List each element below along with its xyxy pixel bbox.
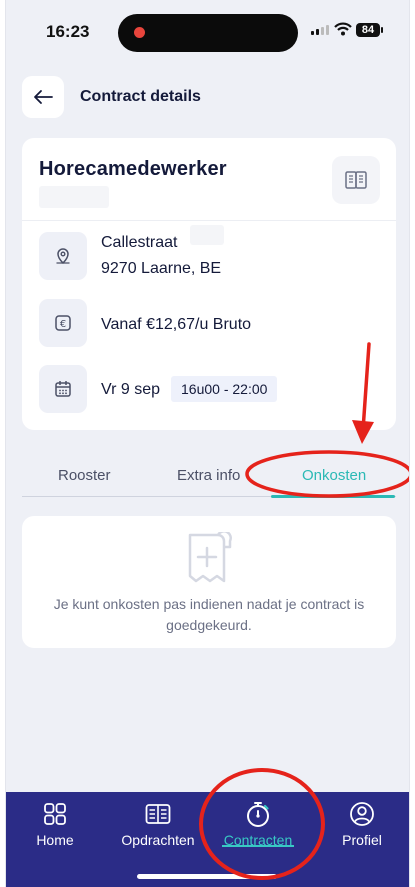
expenses-message: Je kunt onkosten pas indienen nadat je c… [53,596,365,633]
phone-screen: 16:23 84 Contract details Horecamedewerk… [5,0,410,887]
nav-contracten[interactable]: Contracten [213,800,303,848]
dynamic-island [118,14,298,52]
nav-home[interactable]: Home [10,800,100,848]
address-line-1: Callestraat [101,234,178,251]
map-pin-icon [56,248,70,265]
battery-icon: 84 [356,23,380,37]
newspaper-icon [145,804,171,824]
contract-document-button[interactable] [332,156,380,204]
nav-active-indicator [222,845,294,847]
page-title: Contract details [80,88,201,105]
back-button[interactable] [22,76,64,118]
nav-opdrachten-label: Opdrachten [121,832,195,848]
wifi-icon [334,22,352,36]
time-range-badge: 16u00 - 22:00 [171,376,278,402]
stopwatch-icon [247,802,269,827]
wage-text: Vanaf €12,67/u Bruto [101,316,252,333]
contract-card: Horecamedewerker Callestraat 9270 Laarne… [22,138,396,430]
tab-onkosten[interactable]: Onkosten [302,467,366,484]
expenses-info-card: Je kunt onkosten pas indienen nadat je c… [22,516,396,648]
nav-opdrachten[interactable]: Opdrachten [113,800,203,848]
svg-text:€: € [60,319,66,330]
receipt-add-icon [188,532,232,583]
signal-icon [311,25,329,35]
battery-tip [381,27,383,33]
address-line-2: 9270 Laarne, BE [101,260,222,277]
calendar-icon [55,381,71,397]
nav-profiel-label: Profiel [342,832,382,848]
nav-profiel[interactable]: Profiel [317,800,407,848]
bottom-navigation: Home Opdrachten Contracten Profiel [6,792,409,887]
tab-extra-info[interactable]: Extra info [177,467,240,484]
job-title: Horecamedewerker [39,158,227,180]
euro-icon: € [55,315,71,331]
arrow-left-icon [34,90,53,104]
tab-rooster[interactable]: Rooster [58,467,111,484]
nav-home-label: Home [36,832,74,848]
redacted-text [39,186,109,208]
user-circle-icon [350,802,374,826]
location-row-icon [39,232,87,280]
active-tab-indicator [271,495,395,498]
date-text: Vr 9 sep [101,381,160,398]
card-divider [22,220,396,221]
redacted-house-number [190,225,224,245]
home-indicator [137,874,277,879]
grid-icon [44,803,66,825]
building-document-icon [345,171,367,189]
wage-row-icon: € [39,299,87,347]
date-row-icon [39,365,87,413]
recording-indicator-icon [134,27,145,38]
status-time: 16:23 [46,22,90,41]
